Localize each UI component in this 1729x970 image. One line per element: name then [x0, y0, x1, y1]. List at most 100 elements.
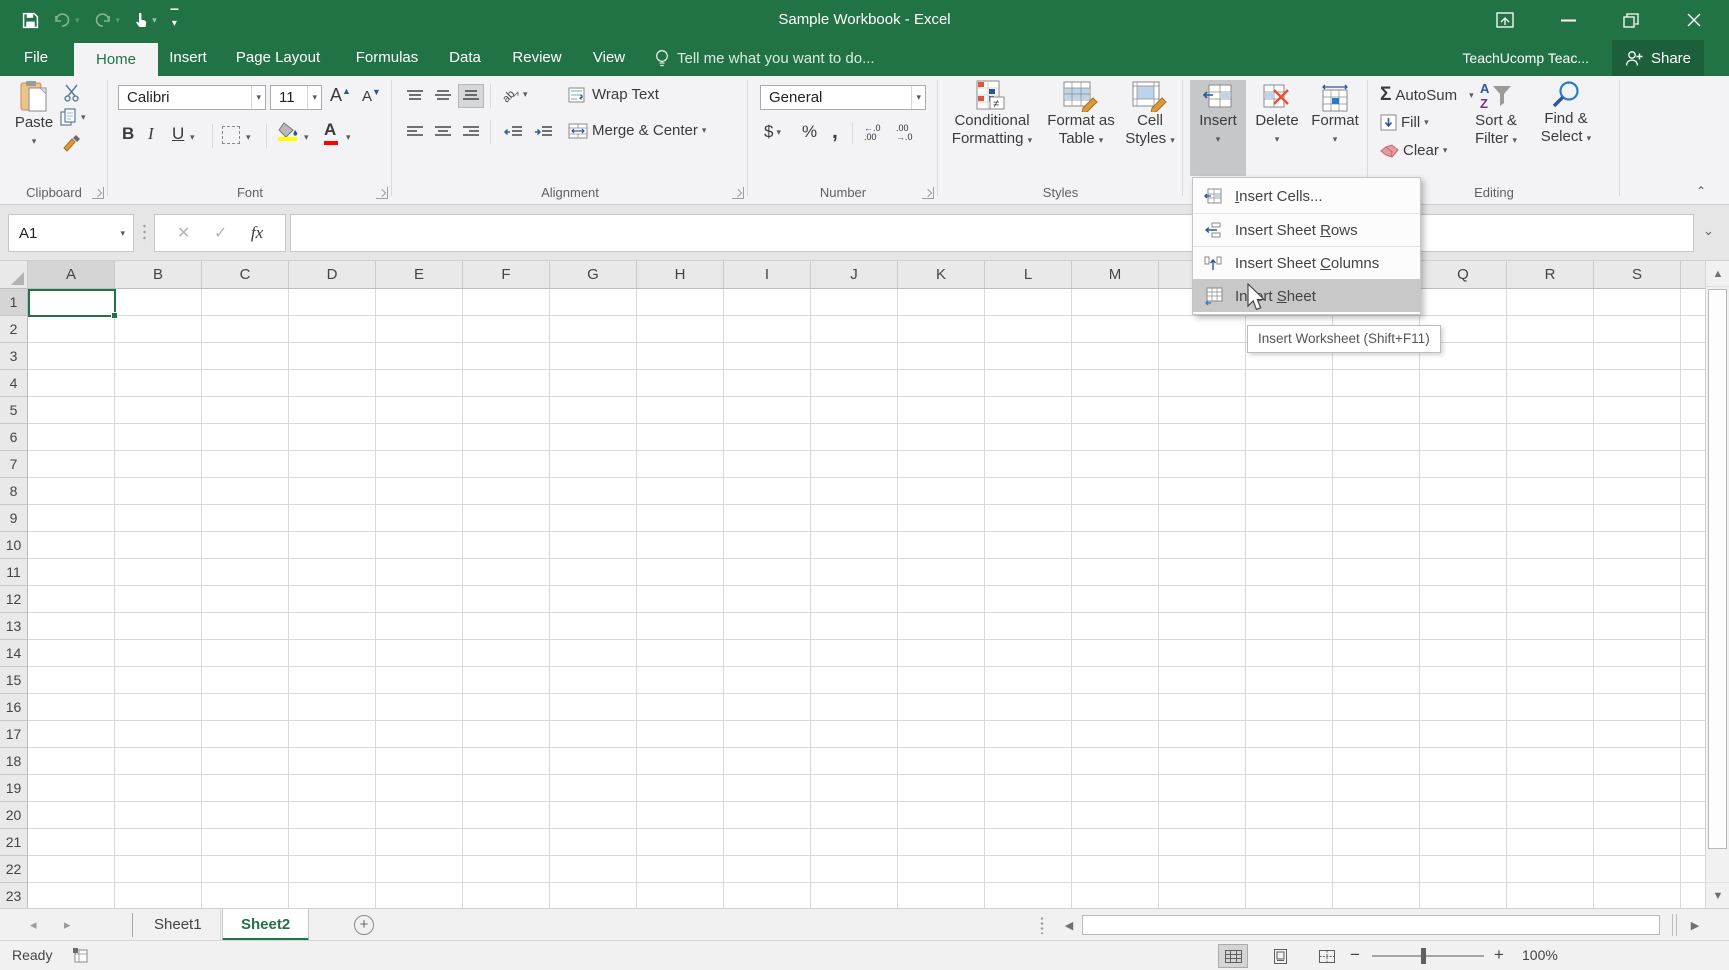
row-header-14[interactable]: 14 — [0, 640, 27, 667]
wrap-text-button[interactable]: Wrap Text — [564, 84, 663, 105]
row-header-22[interactable]: 22 — [0, 856, 27, 883]
zoom-slider-handle[interactable] — [1421, 948, 1426, 964]
enter-icon[interactable]: ✓ — [214, 223, 227, 243]
align-center-button[interactable] — [430, 120, 456, 144]
touch-mouse-mode-button[interactable]: ▾ — [134, 12, 157, 29]
expand-formula-bar-icon[interactable]: ⌄ — [1703, 223, 1714, 239]
row-header-8[interactable]: 8 — [0, 478, 27, 505]
orientation-button[interactable]: ab ▾ — [500, 84, 528, 104]
conditional-formatting-dropdown-icon[interactable]: ▾ — [1028, 135, 1033, 145]
delete-dropdown-icon[interactable]: ▾ — [1275, 130, 1280, 148]
percent-style-button[interactable]: % — [802, 122, 817, 142]
normal-view-button[interactable] — [1218, 944, 1248, 968]
next-sheet-icon[interactable]: ▸ — [64, 909, 71, 941]
minimize-button[interactable] — [1545, 0, 1591, 40]
tab-page-layout[interactable]: Page Layout — [230, 40, 326, 76]
copy-button[interactable]: ▾ — [60, 108, 86, 126]
select-all-corner[interactable] — [0, 261, 28, 288]
format-cells-ribbon-button[interactable]: Format ▾ — [1307, 80, 1363, 176]
row-header-18[interactable]: 18 — [0, 748, 27, 775]
font-name-dropdown-icon[interactable]: ▾ — [251, 86, 265, 109]
zoom-level[interactable]: 100% — [1522, 947, 1558, 963]
alignment-dialog-launcher[interactable] — [732, 187, 744, 199]
orientation-dropdown-icon[interactable]: ▾ — [523, 89, 528, 100]
redo-dropdown-icon[interactable]: ▾ — [116, 15, 121, 26]
align-right-button[interactable] — [458, 120, 484, 144]
menu-item-insert-sheet-rows[interactable]: Insert Sheet Rows — [1193, 213, 1420, 246]
tab-scroll-split-handle[interactable] — [1040, 916, 1044, 934]
row-header-15[interactable]: 15 — [0, 667, 27, 694]
vertical-scrollbar[interactable]: ▲ ▼ — [1705, 261, 1729, 908]
accounting-format-button[interactable]: $ ▾ — [764, 122, 781, 142]
insert-function-icon[interactable]: fx — [251, 223, 263, 243]
row-header-5[interactable]: 5 — [0, 397, 27, 424]
column-header-Q[interactable]: Q — [1420, 261, 1507, 288]
new-sheet-button[interactable]: + — [354, 915, 374, 935]
number-dialog-launcher[interactable] — [922, 187, 934, 199]
number-format-select[interactable]: General ▾ — [760, 85, 926, 110]
column-header-K[interactable]: K — [898, 261, 985, 288]
cut-icon[interactable] — [62, 84, 82, 102]
underline-button[interactable]: U — [172, 124, 184, 144]
prev-sheet-icon[interactable]: ◂ — [30, 909, 37, 941]
clear-button[interactable]: Clear ▾ — [1376, 140, 1451, 161]
row-header-19[interactable]: 19 — [0, 775, 27, 802]
page-layout-view-button[interactable] — [1265, 944, 1295, 968]
insert-dropdown-icon[interactable]: ▾ — [1216, 130, 1221, 148]
column-header-R[interactable]: R — [1507, 261, 1594, 288]
increase-indent-button[interactable] — [530, 120, 556, 144]
delete-cells-ribbon-button[interactable]: Delete ▾ — [1249, 80, 1305, 176]
tab-review[interactable]: Review — [508, 40, 566, 76]
sheet-tab-sheet2[interactable]: Sheet2 — [222, 909, 309, 941]
font-color-button[interactable]: A — [324, 120, 336, 140]
bottom-align-button[interactable] — [458, 84, 484, 108]
undo-button[interactable]: ▾ — [53, 13, 80, 28]
cell-styles-dropdown-icon[interactable]: ▾ — [1170, 135, 1175, 145]
column-header-E[interactable]: E — [376, 261, 463, 288]
fill-button[interactable]: Fill ▾ — [1376, 112, 1433, 133]
page-break-preview-button[interactable] — [1312, 944, 1342, 968]
tab-home[interactable]: Home — [74, 43, 158, 76]
clipboard-dialog-launcher[interactable] — [92, 187, 104, 199]
sheet-tab-sheet1[interactable]: Sheet1 — [136, 909, 221, 941]
borders-button[interactable] — [222, 126, 240, 144]
tab-data[interactable]: Data — [442, 40, 488, 76]
top-align-button[interactable] — [402, 84, 428, 108]
tell-me-box[interactable]: Tell me what you want to do... — [655, 40, 875, 76]
name-box[interactable]: A1 ▾ — [8, 214, 134, 252]
column-header-A[interactable]: A — [28, 261, 115, 288]
format-dropdown-icon[interactable]: ▾ — [1333, 130, 1338, 148]
fill-color-button[interactable] — [278, 122, 300, 138]
bold-button[interactable]: B — [122, 124, 134, 144]
scroll-left-icon[interactable]: ◀ — [1058, 914, 1080, 936]
menu-item-insert-cells[interactable]: Insert Cells... — [1193, 180, 1420, 213]
touch-mode-dropdown-icon[interactable]: ▾ — [152, 15, 157, 26]
decrease-decimal-button[interactable]: .00→.0 — [896, 124, 913, 142]
customize-qat-icon[interactable]: ▔▾ — [171, 12, 179, 28]
sort-filter-dropdown-icon[interactable]: ▾ — [1512, 135, 1517, 145]
column-header-D[interactable]: D — [289, 261, 376, 288]
row-header-9[interactable]: 9 — [0, 505, 27, 532]
merge-center-button[interactable]: Merge & Center ▾ — [564, 120, 710, 141]
column-header-L[interactable]: L — [985, 261, 1072, 288]
merge-center-dropdown-icon[interactable]: ▾ — [702, 125, 707, 136]
format-as-table-button[interactable]: Format asTable ▾ — [1042, 80, 1120, 149]
column-header-H[interactable]: H — [637, 261, 724, 288]
fill-color-dropdown-icon[interactable]: ▾ — [304, 132, 309, 143]
font-color-dropdown-icon[interactable]: ▾ — [346, 132, 351, 143]
tab-formulas[interactable]: Formulas — [348, 40, 426, 76]
font-name-select[interactable]: Calibri ▾ — [118, 85, 266, 110]
selected-cell-a1[interactable] — [28, 289, 116, 317]
zoom-in-icon[interactable]: + — [1494, 945, 1504, 965]
macro-record-icon[interactable] — [72, 947, 88, 963]
row-header-20[interactable]: 20 — [0, 802, 27, 829]
account-name[interactable]: TeachUcomp Teac... — [1462, 40, 1589, 76]
align-left-button[interactable] — [402, 120, 428, 144]
restore-button[interactable] — [1608, 0, 1654, 40]
column-header-C[interactable]: C — [202, 261, 289, 288]
underline-dropdown-icon[interactable]: ▾ — [190, 132, 195, 143]
column-header-I[interactable]: I — [724, 261, 811, 288]
copy-dropdown-icon[interactable]: ▾ — [81, 112, 86, 123]
find-select-button[interactable]: Find &Select ▾ — [1534, 80, 1598, 147]
zoom-out-icon[interactable]: − — [1350, 945, 1360, 965]
